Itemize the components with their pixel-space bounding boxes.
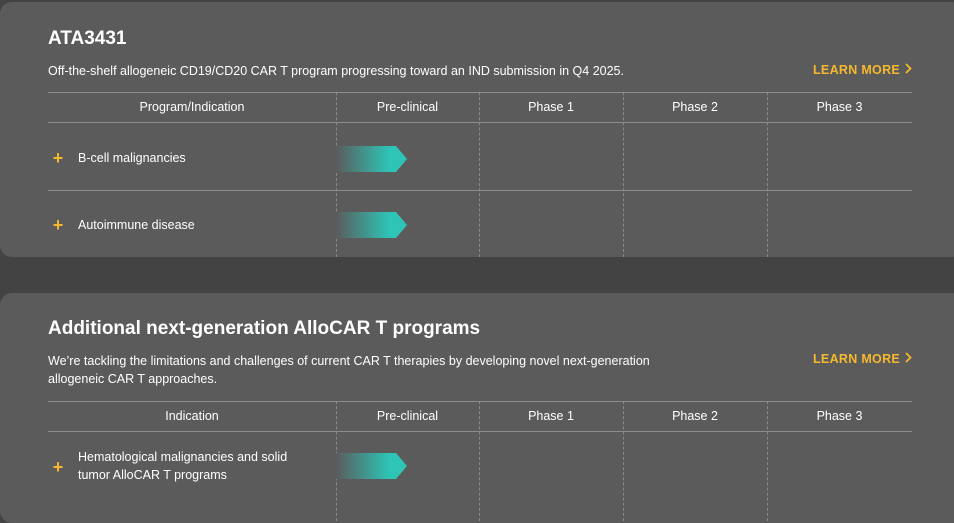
header-phase-3: Phase 3 [816, 100, 863, 114]
learn-more-label: LEARN MORE [813, 352, 901, 366]
header-phase-2: Phase 2 [672, 409, 718, 423]
progress-bar-pre-clinical [336, 453, 407, 479]
chevron-right-icon [905, 63, 912, 77]
learn-more-label: LEARN MORE [813, 63, 901, 77]
card-title: Additional next-generation AlloCAR T pro… [48, 318, 481, 339]
pipeline-header-row: Indication Pre-clinical Phase 1 Phase 2 … [48, 401, 912, 432]
plus-icon[interactable]: + [51, 458, 65, 476]
card-title: ATA3431 [48, 28, 127, 49]
row-label: Autoimmune disease [78, 218, 195, 232]
chevron-right-icon [905, 352, 912, 366]
learn-more-link[interactable]: LEARN MORE [813, 63, 912, 77]
card-description: Off-the-shelf allogeneic CD19/CD20 CAR T… [48, 64, 624, 78]
table-row[interactable]: + Hematological malignancies and solid t… [48, 432, 912, 521]
card-description: We’re tackling the limitations and chall… [48, 352, 650, 388]
header-indication: Indication [165, 409, 219, 423]
header-program-indication: Program/Indication [139, 100, 245, 114]
header-pre-clinical: Pre-clinical [376, 100, 439, 114]
progress-bar-pre-clinical [336, 146, 407, 172]
pipeline-table: Indication Pre-clinical Phase 1 Phase 2 … [48, 401, 912, 521]
card-description-line: allogeneic CAR T approaches. [48, 372, 218, 386]
header-phase-2: Phase 2 [672, 100, 718, 114]
plus-icon[interactable]: + [51, 149, 65, 167]
row-label-line: Hematological malignancies and solid [78, 450, 288, 464]
pipeline-table: Program/Indication Pre-clinical Phase 1 … [48, 92, 912, 257]
program-card-next-generation: Additional next-generation AlloCAR T pro… [0, 293, 954, 523]
row-label: B-cell malignancies [78, 151, 186, 165]
program-card-ata3431: ATA3431 Off-the-shelf allogeneic CD19/CD… [0, 2, 954, 257]
table-row[interactable]: + B-cell malignancies [48, 123, 912, 191]
learn-more-link[interactable]: LEARN MORE [813, 352, 912, 366]
progress-bar-pre-clinical [336, 212, 407, 238]
header-phase-1: Phase 1 [528, 409, 574, 423]
table-row[interactable]: + Autoimmune disease [48, 191, 912, 257]
pipeline-header-row: Program/Indication Pre-clinical Phase 1 … [48, 92, 912, 123]
header-pre-clinical: Pre-clinical [376, 409, 439, 423]
row-label-line: tumor AlloCAR T programs [78, 468, 227, 482]
row-label: Hematological malignancies and solid tum… [78, 448, 287, 484]
header-phase-3: Phase 3 [816, 409, 863, 423]
card-description-line: We’re tackling the limitations and chall… [48, 354, 650, 368]
header-phase-1: Phase 1 [528, 100, 574, 114]
plus-icon[interactable]: + [51, 216, 65, 234]
